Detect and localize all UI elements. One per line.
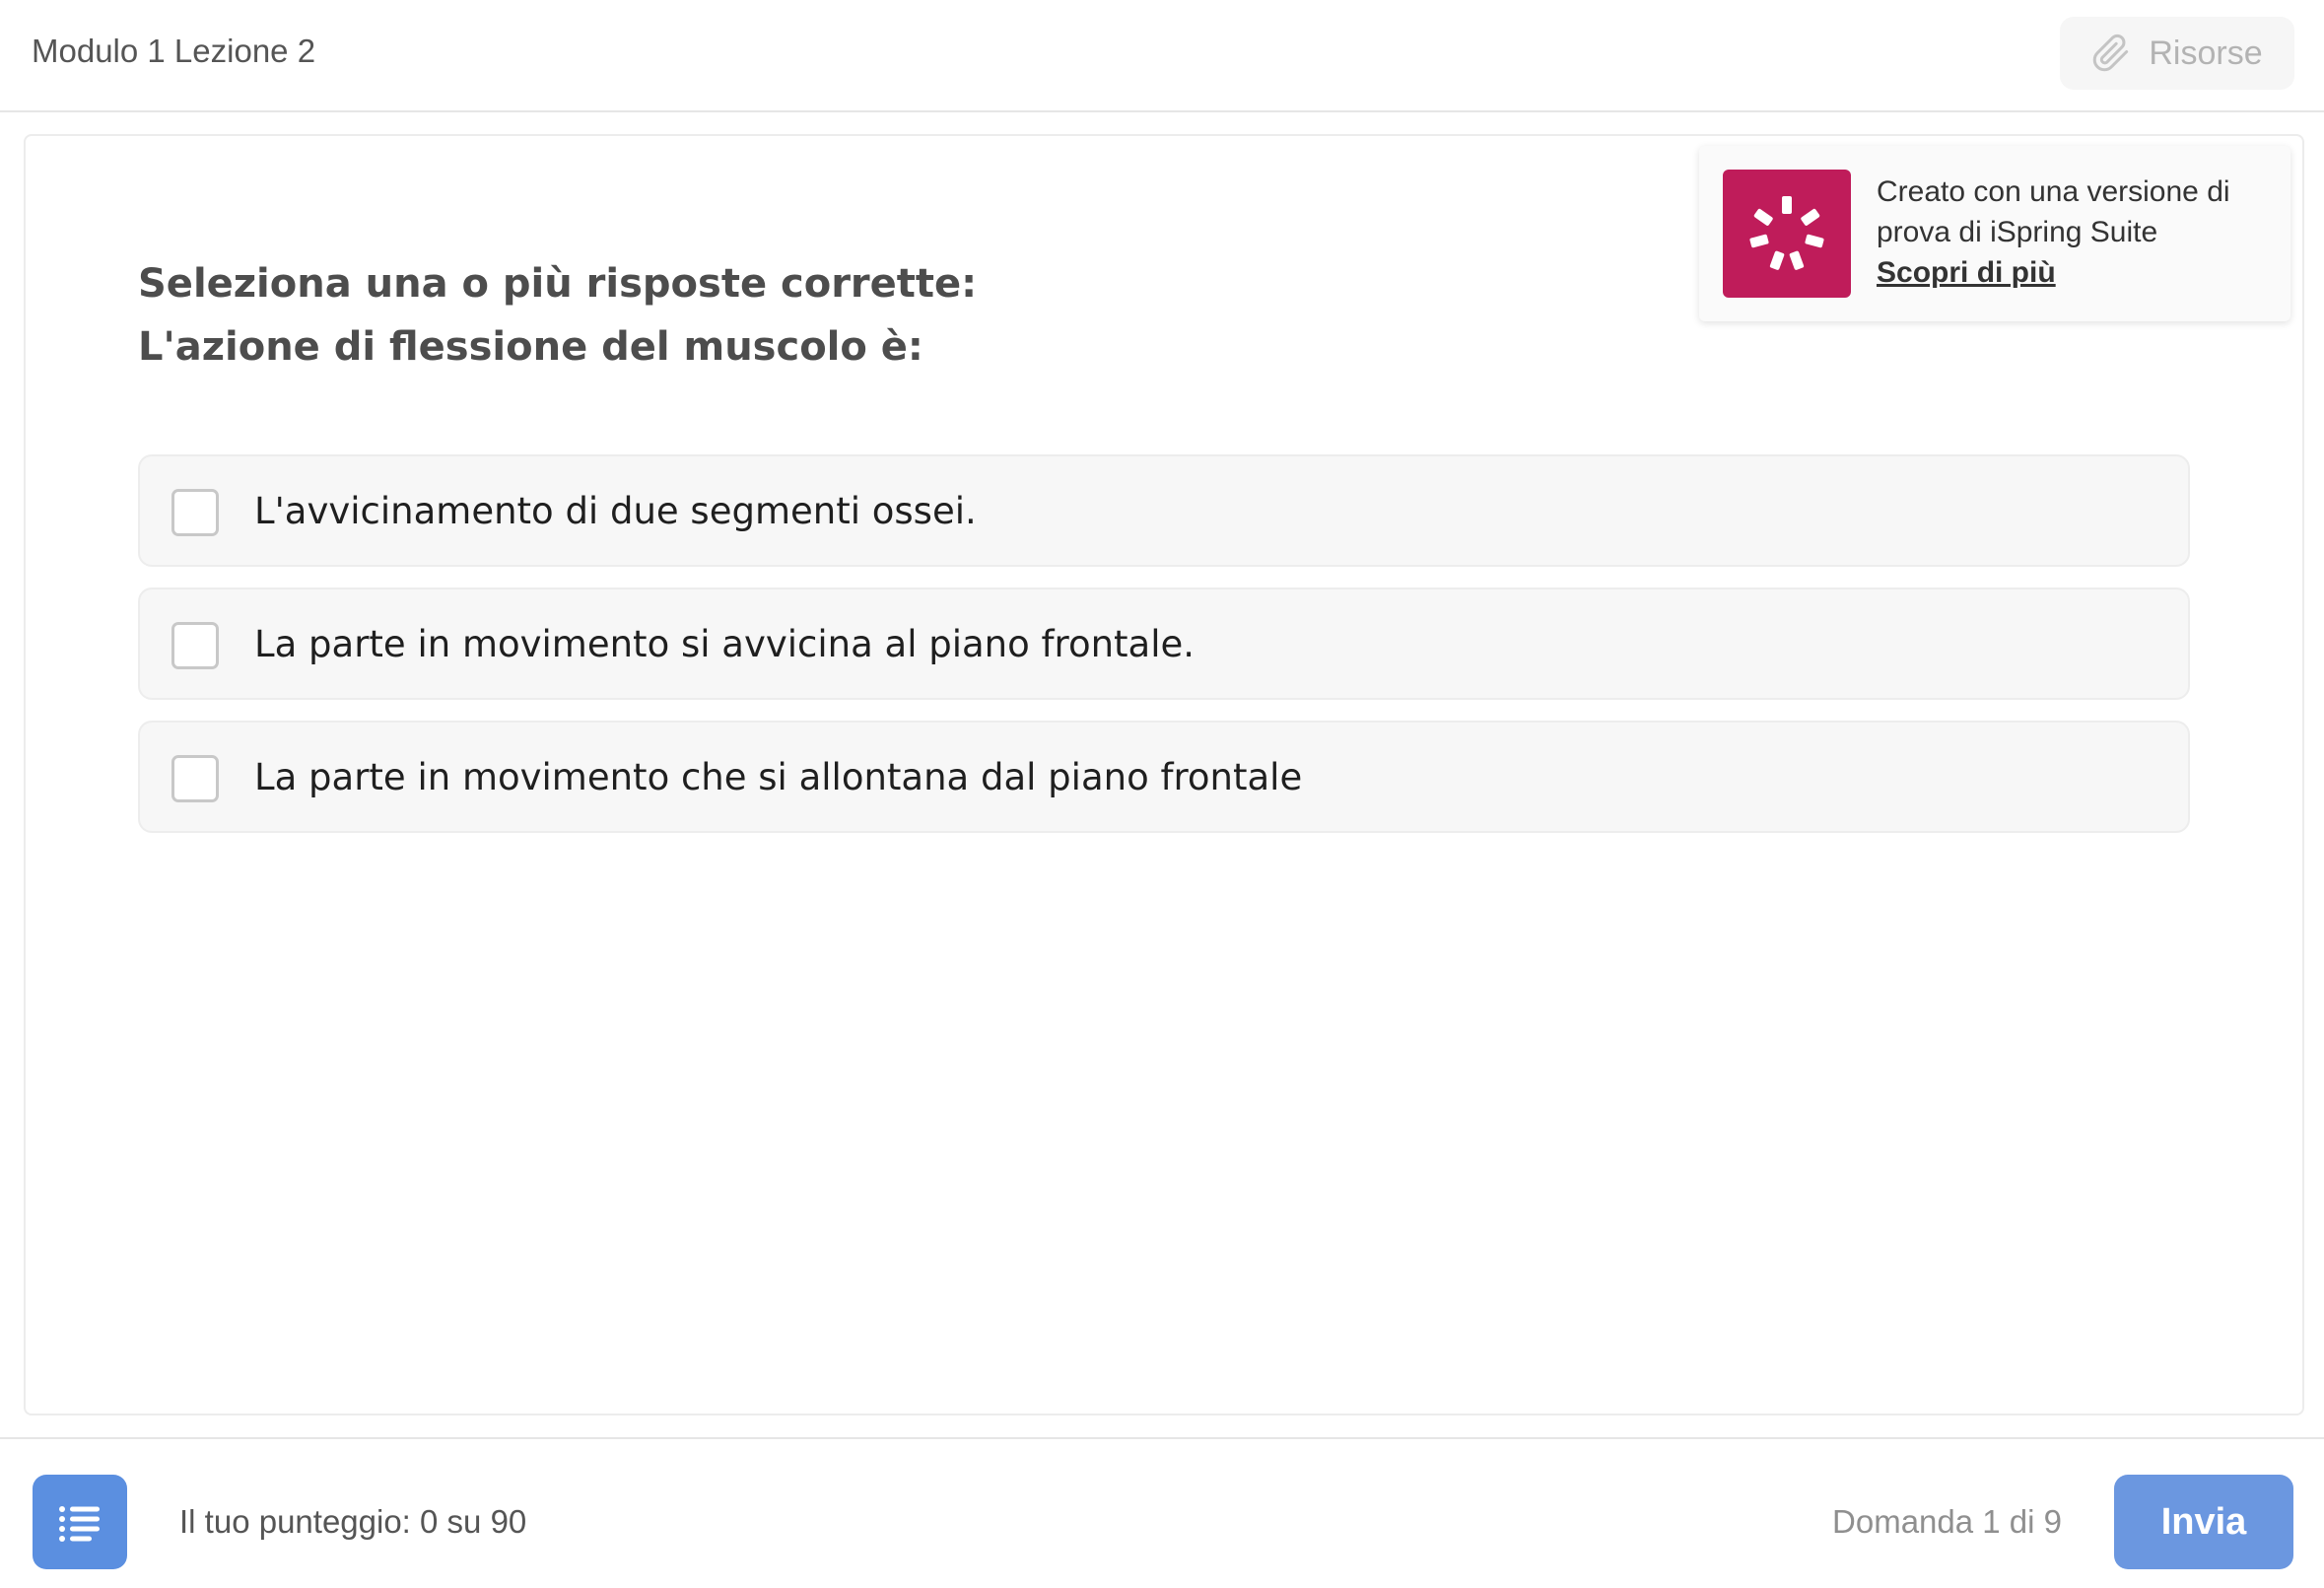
answer-option[interactable]: L'avvicinamento di due segmenti ossei. (138, 454, 2190, 567)
answer-label: L'avvicinamento di due segmenti ossei. (254, 489, 977, 532)
answer-checkbox[interactable] (171, 622, 219, 669)
submit-button[interactable]: Invia (2114, 1475, 2293, 1569)
answer-checkbox[interactable] (171, 755, 219, 802)
paperclip-icon (2091, 34, 2131, 73)
trial-banner: Creato con una versione di prova di iSpr… (1699, 146, 2290, 321)
question-text: L'azione di flessione del muscolo è: (138, 324, 923, 370)
outline-button[interactable] (33, 1475, 127, 1569)
list-icon (33, 1475, 127, 1569)
answer-option[interactable]: La parte in movimento che si allontana d… (138, 721, 2190, 833)
answer-option[interactable]: La parte in movimento si avvicina al pia… (138, 587, 2190, 700)
header-bar: Modulo 1 Lezione 2 Risorse (0, 0, 2324, 112)
question-counter: Domanda 1 di 9 (1832, 1503, 2062, 1540)
score-label: Il tuo punteggio: 0 su 90 (179, 1503, 527, 1540)
trial-notice: Creato con una versione di prova di iSpr… (1877, 175, 2230, 248)
ispring-logo-icon (1723, 170, 1851, 298)
answer-checkbox[interactable] (171, 489, 219, 536)
lesson-title: Modulo 1 Lezione 2 (32, 33, 316, 69)
footer-bar: Il tuo punteggio: 0 su 90 Domanda 1 di 9… (0, 1437, 2324, 1588)
resources-label: Risorse (2149, 34, 2263, 72)
answer-label: La parte in movimento si avvicina al pia… (254, 622, 1196, 665)
question-instruction: Seleziona una o più risposte corrette: (138, 261, 978, 307)
learn-more-link[interactable]: Scopri di più (1877, 252, 2271, 293)
resources-button[interactable]: Risorse (2060, 17, 2294, 90)
answer-label: La parte in movimento che si allontana d… (254, 755, 1303, 798)
trial-text: Creato con una versione di prova di iSpr… (1877, 172, 2271, 293)
